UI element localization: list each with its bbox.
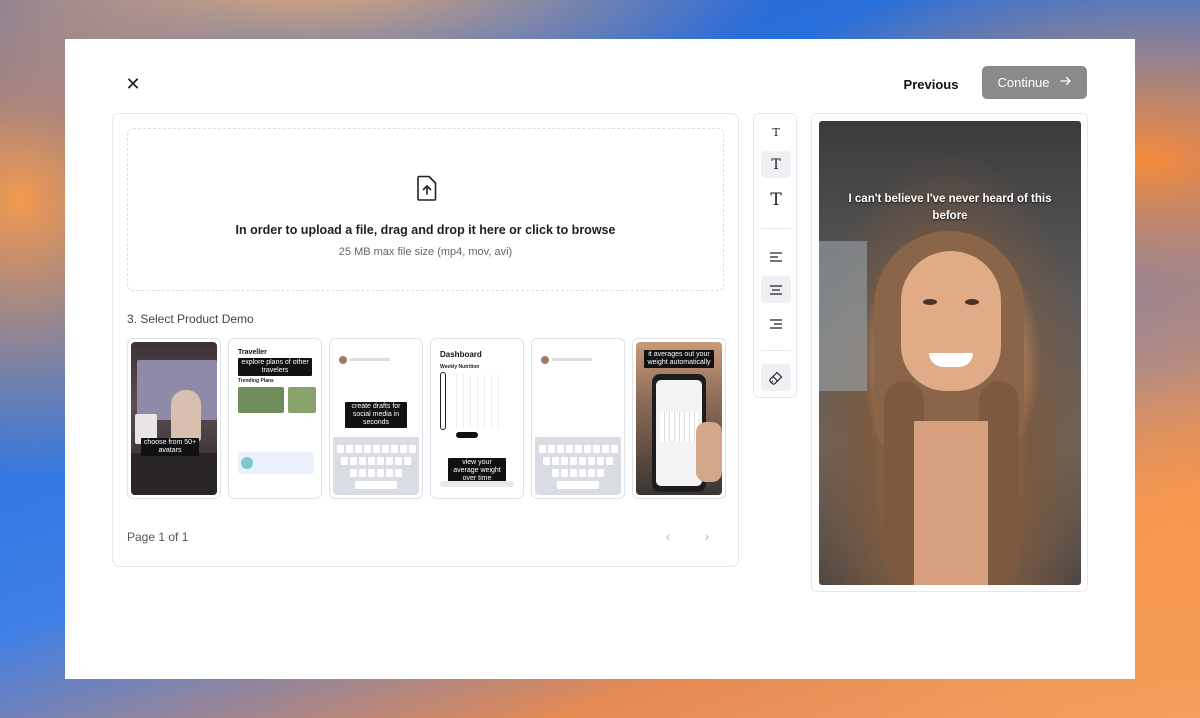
video-preview-card: I can't believe I've never heard of this… — [811, 113, 1088, 592]
toolbar-divider — [761, 350, 791, 351]
thumbnail-title: Traveller — [238, 349, 267, 356]
close-icon[interactable]: ✕ — [124, 75, 142, 93]
brush-button[interactable] — [761, 364, 791, 391]
video-preview[interactable]: I can't believe I've never heard of this… — [819, 121, 1081, 585]
product-demo-thumbnail[interactable]: create drafts for social media in second… — [329, 338, 423, 499]
thumbnail-image: it averages out your weight automaticall… — [636, 342, 722, 495]
thumbnail-caption: it averages out your weight automaticall… — [644, 350, 714, 368]
align-right-icon — [770, 318, 782, 329]
thumbnail-section: Trending Plans — [238, 378, 274, 384]
text-medium-icon: T — [771, 156, 781, 173]
thumbnail-image: create drafts for social media in second… — [333, 342, 419, 495]
text-small-button[interactable]: T — [761, 119, 791, 146]
thumbnail-section: Weekly Nutrition — [440, 364, 480, 370]
video-overlay-text: I can't believe I've never heard of this… — [848, 193, 1052, 222]
product-demo-thumbnail[interactable]: Traveller explore plans of other travele… — [228, 338, 322, 499]
section-title: 3. Select Product Demo — [127, 312, 254, 326]
align-right-button[interactable] — [761, 310, 791, 337]
align-center-icon — [770, 284, 782, 295]
file-upload-icon — [416, 175, 438, 206]
page-indicator: Page 1 of 1 — [127, 530, 189, 544]
product-demo-thumbnail[interactable]: Dashboard Weekly Nutrition view your ave… — [430, 338, 524, 499]
text-large-button[interactable]: T — [761, 186, 791, 213]
product-demo-thumbnail[interactable] — [531, 338, 625, 499]
previous-button[interactable]: Previous — [895, 67, 967, 101]
text-large-icon: T — [770, 189, 782, 210]
file-dropzone[interactable]: In order to upload a file, drag and drop… — [127, 128, 724, 291]
upload-subtitle: 25 MB max file size (mp4, mov, avi) — [338, 246, 513, 258]
modal-window: ✕ Previous Continue In order to upload a… — [65, 39, 1135, 679]
thumbnail-image: choose from 50+ avatars — [131, 342, 217, 495]
thumbnail-caption: explore plans of other travelers — [238, 358, 312, 376]
align-left-icon — [770, 251, 782, 262]
thumbnail-image: Dashboard Weekly Nutrition view your ave… — [434, 342, 520, 495]
thumbnail-image: Traveller explore plans of other travele… — [232, 342, 318, 495]
paint-brush-icon — [769, 371, 783, 385]
toolbar-divider — [761, 228, 791, 229]
product-demo-list: choose from 50+ avatars Traveller explor… — [127, 338, 726, 499]
arrow-right-icon — [1059, 75, 1072, 90]
thumbnail-caption: choose from 50+ avatars — [141, 438, 199, 456]
thumbnail-caption: create drafts for social media in second… — [345, 402, 407, 428]
chevron-right-icon[interactable]: › — [697, 526, 717, 546]
product-demo-thumbnail[interactable]: it averages out your weight automaticall… — [632, 338, 726, 499]
continue-button[interactable]: Continue — [982, 66, 1087, 99]
continue-label: Continue — [997, 75, 1050, 90]
thumbnail-image — [535, 342, 621, 495]
upload-title: In order to upload a file, drag and drop… — [235, 223, 616, 237]
text-style-toolbar: T T T — [753, 113, 797, 398]
chevron-left-icon[interactable]: ‹ — [658, 526, 678, 546]
upload-card: In order to upload a file, drag and drop… — [112, 113, 739, 567]
text-small-icon: T — [772, 126, 780, 139]
product-demo-thumbnail[interactable]: choose from 50+ avatars — [127, 338, 221, 499]
align-center-button[interactable] — [761, 276, 791, 303]
thumbnail-title: Dashboard — [440, 350, 482, 359]
align-left-button[interactable] — [761, 243, 791, 270]
text-medium-button[interactable]: T — [761, 151, 791, 178]
